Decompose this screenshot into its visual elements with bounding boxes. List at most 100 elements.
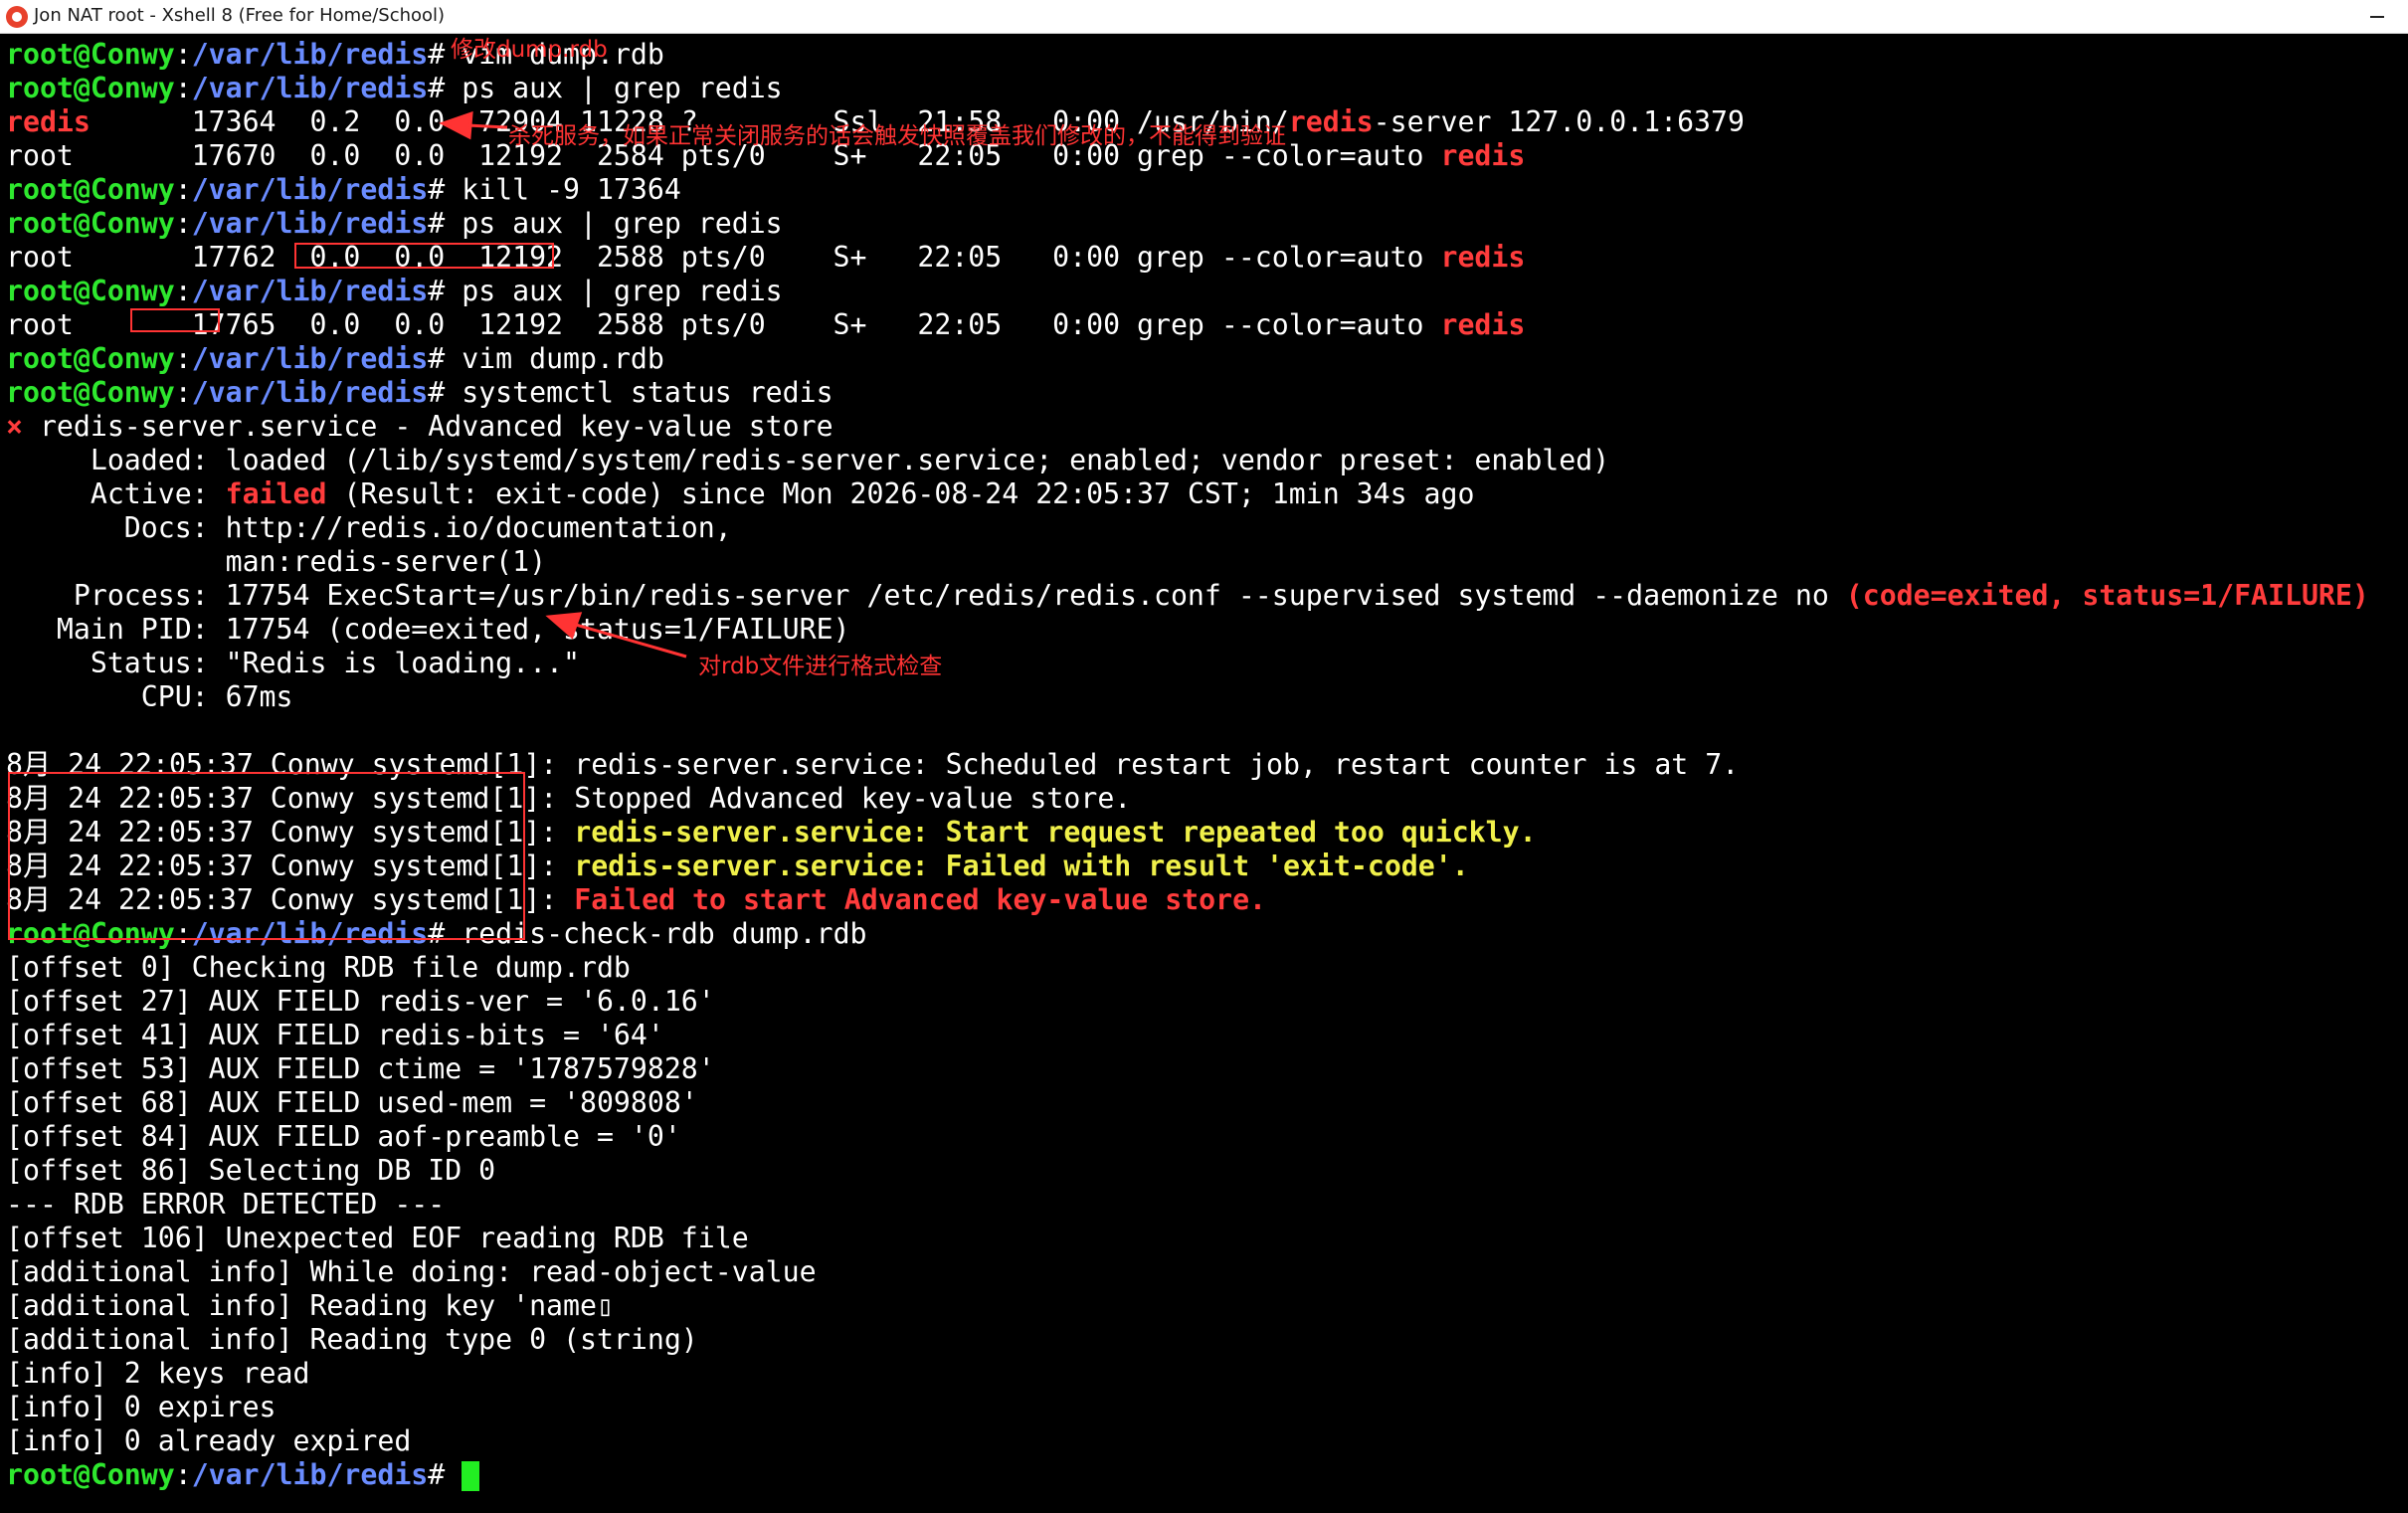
terminal-line: [offset 27] AUX FIELD redis-ver = '6.0.1… [6, 985, 2408, 1019]
terminal-text: 8月 24 22:05:37 Conwy systemd[1]: [6, 850, 575, 882]
annotation-check-note: 对rdb文件进行格式检查 [698, 654, 943, 679]
terminal-text: CPU: 67ms [6, 680, 293, 713]
terminal-line: root@Conwy:/var/lib/redis# vim dump.rdb [6, 38, 2408, 72]
terminal-line: root@Conwy:/var/lib/redis# [6, 1458, 2408, 1492]
terminal-text: Status: "Redis is loading..." [6, 647, 580, 679]
terminal-line: root@Conwy:/var/lib/redis# vim dump.rdb [6, 342, 2408, 376]
terminal-text: [offset 53] AUX FIELD ctime = '178757982… [6, 1052, 715, 1085]
terminal-text: root@Conwy [6, 207, 175, 240]
terminal-text: : [174, 38, 192, 71]
terminal-text: # [428, 1458, 463, 1491]
terminal-line: root 17762 0.0 0.0 12192 2588 pts/0 S+ 2… [6, 241, 2408, 275]
terminal-text: man:redis-server(1) [6, 545, 547, 578]
terminal-line: [info] 2 keys read [6, 1357, 2408, 1391]
terminal-line: [info] 0 expires [6, 1391, 2408, 1424]
terminal-cursor [462, 1461, 480, 1491]
terminal-text: : [174, 173, 192, 206]
terminal-text: /var/lib/redis [191, 342, 429, 375]
terminal-text: root@Conwy [6, 1458, 175, 1491]
terminal-text: redis [6, 105, 91, 138]
terminal-line: [offset 68] AUX FIELD used-mem = '809808… [6, 1086, 2408, 1120]
terminal-text: root@Conwy [6, 275, 175, 307]
terminal-text: [offset 84] AUX FIELD aof-preamble = '0' [6, 1120, 681, 1153]
terminal-line: CPU: 67ms [6, 680, 2408, 714]
terminal-text: : [174, 207, 192, 240]
terminal-text: root@Conwy [6, 72, 175, 104]
terminal-line: root 17765 0.0 0.0 12192 2588 pts/0 S+ 2… [6, 308, 2408, 342]
terminal-text: # systemctl status redis [428, 376, 834, 409]
terminal-text: Active: [6, 477, 226, 510]
terminal-text: Main PID: 17754 (code=exited, status=1/F… [6, 613, 850, 646]
terminal-line: [info] 0 already expired [6, 1424, 2408, 1458]
terminal-text: : [174, 1458, 192, 1491]
terminal-text: root@Conwy [6, 38, 175, 71]
terminal-line: root@Conwy:/var/lib/redis# ps aux | grep… [6, 275, 2408, 308]
terminal-text: # redis-check-rdb dump.rdb [428, 917, 867, 950]
terminal-text: [offset 27] AUX FIELD redis-ver = '6.0.1… [6, 985, 715, 1018]
terminal-line: 8月 24 22:05:37 Conwy systemd[1]: Stopped… [6, 782, 2408, 816]
terminal-line: root@Conwy:/var/lib/redis# systemctl sta… [6, 376, 2408, 410]
terminal-text: : [174, 342, 192, 375]
terminal-text: redis-server.service: Failed with result… [574, 850, 1469, 882]
terminal-text: /var/lib/redis [191, 207, 429, 240]
minimize-button[interactable] [2348, 0, 2408, 34]
terminal-line: [offset 106] Unexpected EOF reading RDB … [6, 1222, 2408, 1255]
terminal-text: /var/lib/redis [191, 38, 429, 71]
terminal-text: : [174, 72, 192, 104]
terminal-text: [offset 0] Checking RDB file dump.rdb [6, 951, 631, 984]
terminal-text: redis-server.service - Advanced key-valu… [22, 410, 834, 443]
terminal-line: root@Conwy:/var/lib/redis# ps aux | grep… [6, 72, 2408, 105]
terminal-text: redis [1440, 241, 1526, 274]
terminal-text: 8月 24 22:05:37 Conwy systemd[1]: redis-s… [6, 748, 1740, 781]
terminal-output[interactable]: root@Conwy:/var/lib/redis# vim dump.rdb r… [0, 34, 2408, 1513]
terminal-line: Loaded: loaded (/lib/systemd/system/redi… [6, 444, 2408, 477]
terminal-text: root@Conwy [6, 917, 175, 950]
terminal-text: root 17762 0.0 0.0 12192 2588 pts/0 S+ 2… [6, 241, 1441, 274]
terminal-line: 8月 24 22:05:37 Conwy systemd[1]: Failed … [6, 883, 2408, 917]
terminal-text: # vim dump.rdb [428, 342, 664, 375]
window-title: Jon NAT root - Xshell 8 (Free for Home/S… [34, 5, 446, 26]
terminal-text: root@Conwy [6, 342, 175, 375]
terminal-text: [info] 0 expires [6, 1391, 277, 1423]
terminal-text: (code=exited, status=1/FAILURE) [1845, 579, 2369, 612]
terminal-text: root@Conwy [6, 173, 175, 206]
terminal-text: 8月 24 22:05:37 Conwy systemd[1]: [6, 816, 575, 849]
terminal-line: [additional info] While doing: read-obje… [6, 1255, 2408, 1289]
terminal-line: [offset 41] AUX FIELD redis-bits = '64' [6, 1019, 2408, 1052]
terminal-text: /var/lib/redis [191, 173, 429, 206]
terminal-text: redis-server.service: Start request repe… [574, 816, 1537, 849]
terminal-text: Failed to start Advanced key-value store… [574, 883, 1267, 916]
terminal-line: Main PID: 17754 (code=exited, status=1/F… [6, 613, 2408, 647]
terminal-text: root 17765 0.0 0.0 12192 2588 pts/0 S+ 2… [6, 308, 1441, 341]
terminal-text: : [174, 376, 192, 409]
terminal-text: # ps aux | grep redis [428, 275, 783, 307]
terminal-text: redis [1288, 105, 1374, 138]
terminal-text: : [174, 917, 192, 950]
xshell-logo-icon [6, 6, 28, 28]
terminal-line: [offset 53] AUX FIELD ctime = '178757982… [6, 1052, 2408, 1086]
terminal-text: (Result: exit-code) since Mon 2026-08-24… [326, 477, 1475, 510]
terminal-text: /var/lib/redis [191, 1458, 429, 1491]
terminal-text: --- RDB ERROR DETECTED --- [6, 1188, 446, 1221]
terminal-text: # kill -9 17364 [428, 173, 681, 206]
terminal-text: /var/lib/redis [191, 376, 429, 409]
terminal-text: [info] 2 keys read [6, 1357, 310, 1390]
terminal-text: [offset 41] AUX FIELD redis-bits = '64' [6, 1019, 664, 1051]
terminal-text: × [6, 410, 23, 443]
terminal-text: Process: 17754 ExecStart=/usr/bin/redis-… [6, 579, 1846, 612]
annotation-kill-note: 杀死服务，如果正常关闭服务的话会触发快照覆盖我们修改的，不能得到验证 [508, 123, 1286, 149]
terminal-line: [offset 84] AUX FIELD aof-preamble = '0' [6, 1120, 2408, 1154]
terminal-text: # ps aux | grep redis [428, 72, 783, 104]
terminal-text: [info] 0 already expired [6, 1424, 412, 1457]
terminal-line: root@Conwy:/var/lib/redis# ps aux | grep… [6, 207, 2408, 241]
terminal-line: Process: 17754 ExecStart=/usr/bin/redis-… [6, 579, 2408, 613]
terminal-line: --- RDB ERROR DETECTED --- [6, 1188, 2408, 1222]
terminal-line: 8月 24 22:05:37 Conwy systemd[1]: redis-s… [6, 850, 2408, 883]
terminal-text: [additional info] While doing: read-obje… [6, 1255, 817, 1288]
terminal-text: [offset 86] Selecting DB ID 0 [6, 1154, 496, 1187]
terminal-line: [additional info] Reading key 'name▯ [6, 1289, 2408, 1323]
terminal-text: /var/lib/redis [191, 917, 429, 950]
terminal-line: man:redis-server(1) [6, 545, 2408, 579]
terminal-text: # ps aux | grep redis [428, 207, 783, 240]
